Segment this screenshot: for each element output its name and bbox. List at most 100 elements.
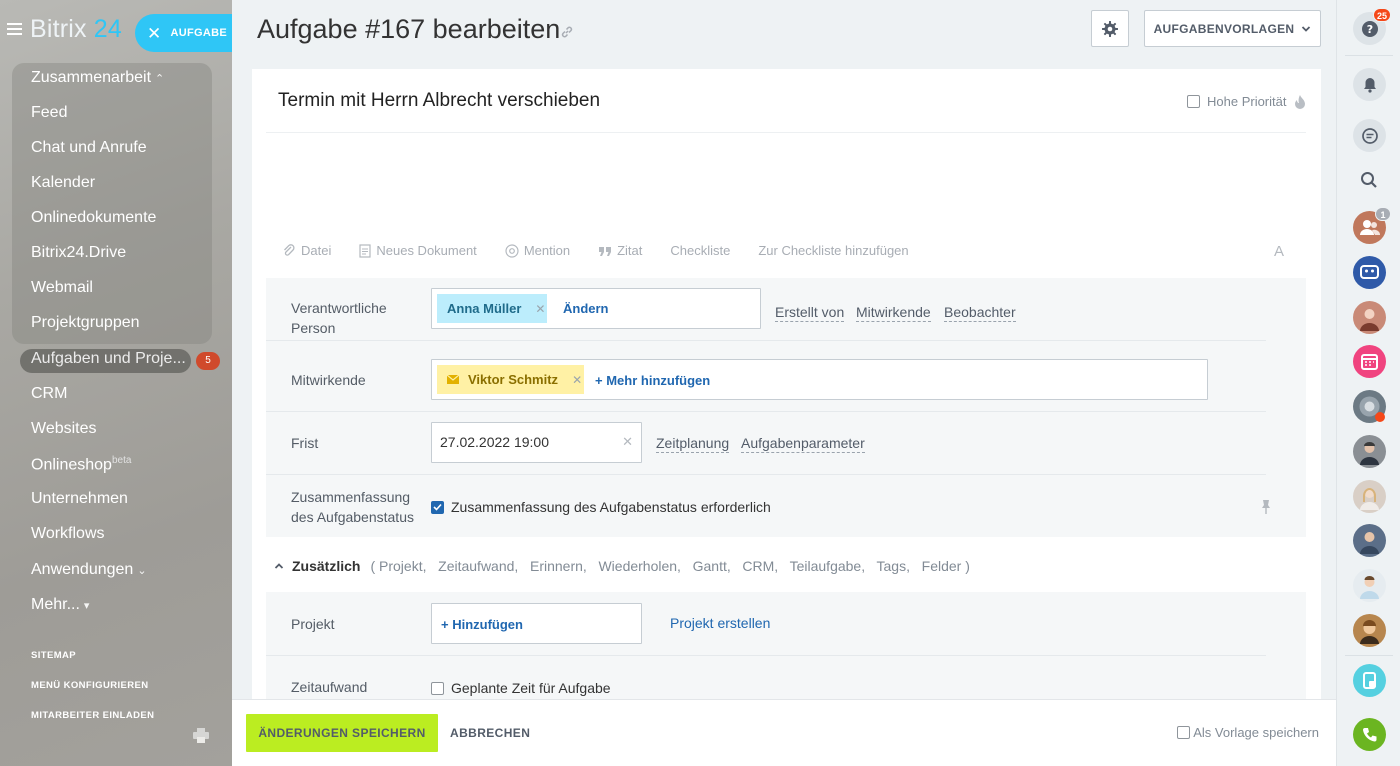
pin-icon[interactable] bbox=[1261, 499, 1271, 515]
participants-role-link[interactable]: Mitwirkende bbox=[856, 303, 931, 322]
quote-button[interactable]: Zitat bbox=[598, 243, 642, 258]
logo-row: Bitrix 24 ✕ AUFGABE bbox=[0, 12, 232, 52]
sidebar-item-tasks[interactable]: Aufgaben und Proje... bbox=[31, 350, 186, 368]
document-icon bbox=[359, 243, 371, 258]
text-format-button[interactable]: A bbox=[1274, 243, 1284, 260]
change-responsible-link[interactable]: Ändern bbox=[563, 301, 609, 316]
participant-chip[interactable]: Viktor Schmitz ✕ bbox=[437, 365, 584, 394]
additional-fields-section bbox=[266, 592, 1306, 699]
description-editor[interactable] bbox=[266, 133, 1306, 233]
user-avatar[interactable] bbox=[1353, 614, 1386, 647]
scheduling-link[interactable]: Zeitplanung bbox=[656, 434, 730, 453]
messenger-button[interactable] bbox=[1353, 119, 1386, 152]
save-changes-button[interactable]: ÄNDERUNGEN SPEICHERN bbox=[246, 714, 438, 752]
call-button[interactable] bbox=[1353, 718, 1386, 751]
clear-icon[interactable]: ✕ bbox=[622, 434, 633, 450]
add-to-checklist-button[interactable]: Zur Checkliste hinzufügen bbox=[758, 243, 908, 258]
status-summary-option[interactable]: Zusammenfassung des Aufgabenstatus erfor… bbox=[431, 499, 771, 515]
sidebar-item-drive[interactable]: Bitrix24.Drive bbox=[31, 244, 126, 262]
menu-icon[interactable] bbox=[7, 23, 22, 35]
invite-employees-link[interactable]: MITARBEITER EINLADEN bbox=[31, 710, 154, 721]
sidebar-item-project-groups[interactable]: Projektgruppen bbox=[31, 314, 140, 332]
sidebar-item-websites[interactable]: Websites bbox=[31, 420, 97, 438]
configure-menu-link[interactable]: MENÜ KONFIGURIEREN bbox=[31, 680, 149, 691]
envelope-icon bbox=[447, 375, 459, 384]
time-tracking-label: Zeitaufwand bbox=[291, 679, 368, 695]
printer-icon[interactable] bbox=[193, 728, 209, 743]
sidebar-item-applications[interactable]: Anwendungen ⌄ bbox=[31, 561, 147, 579]
row-divider bbox=[266, 411, 1266, 412]
attach-file-button[interactable]: Datei bbox=[282, 243, 331, 258]
task-templates-button[interactable]: AUFGABENVORLAGEN bbox=[1144, 10, 1321, 47]
new-task-button[interactable]: ✕ AUFGABE bbox=[135, 14, 232, 52]
chevron-down-icon bbox=[1302, 25, 1311, 32]
sidebar-item-company[interactable]: Unternehmen bbox=[31, 490, 128, 508]
sidebar-item-webmail[interactable]: Webmail bbox=[31, 279, 93, 297]
high-priority-option[interactable]: Hohe Priorität bbox=[1187, 94, 1306, 109]
sidebar-item-workflows[interactable]: Workflows bbox=[31, 525, 105, 543]
user-avatar[interactable] bbox=[1353, 480, 1386, 513]
observers-link[interactable]: Beobachter bbox=[944, 303, 1016, 322]
page-title: Aufgabe #167 bearbeiten bbox=[257, 14, 561, 44]
group-chat-avatar[interactable]: 1 bbox=[1353, 207, 1391, 244]
created-by-link[interactable]: Erstellt von bbox=[775, 303, 845, 322]
add-more-participants-link[interactable]: + Mehr hinzufügen bbox=[595, 373, 710, 388]
apps-button[interactable] bbox=[1353, 664, 1386, 697]
planned-time-checkbox[interactable] bbox=[431, 681, 444, 695]
left-sidebar: Bitrix 24 ✕ AUFGABE Zusammenarbeit ⌃ Feed C… bbox=[0, 0, 232, 766]
checklist-button[interactable]: Checkliste bbox=[670, 243, 730, 258]
chevron-down-icon: ⌄ bbox=[137, 565, 147, 577]
help-button[interactable]: ? 25 bbox=[1353, 8, 1391, 45]
project-field[interactable]: + Hinzufügen bbox=[431, 603, 642, 644]
responsible-chip[interactable]: Anna Müller ✕ bbox=[437, 294, 547, 323]
sidebar-item-more[interactable]: Mehr... ▾ bbox=[31, 596, 89, 614]
deadline-input[interactable]: 27.02.2022 19:00 ✕ bbox=[431, 422, 642, 463]
sidebar-item-online-documents[interactable]: Onlinedokumente bbox=[31, 209, 156, 227]
additional-section-toggle[interactable]: Zusätzlich ( Projekt, Zeitaufwand, Erinn… bbox=[274, 558, 970, 574]
search-button[interactable] bbox=[1353, 164, 1386, 197]
sidebar-item-collaboration[interactable]: Zusammenarbeit ⌃ bbox=[31, 69, 164, 87]
user-photo-icon bbox=[1360, 576, 1379, 599]
sidebar-item-calendar[interactable]: Kalender bbox=[31, 174, 95, 192]
calendar-chat-avatar[interactable] bbox=[1353, 345, 1386, 378]
notifications-button[interactable] bbox=[1353, 68, 1386, 101]
tasks-count-badge: 5 bbox=[196, 352, 220, 370]
beta-label: beta bbox=[111, 455, 132, 466]
link-icon[interactable] bbox=[560, 25, 574, 39]
open-channels-avatar[interactable] bbox=[1353, 256, 1386, 289]
at-sign-icon bbox=[505, 243, 519, 258]
user-avatar[interactable] bbox=[1353, 524, 1386, 557]
user-avatar[interactable] bbox=[1353, 435, 1386, 468]
user-avatar[interactable] bbox=[1353, 301, 1386, 334]
row-divider bbox=[266, 340, 1266, 341]
group-avatar[interactable] bbox=[1353, 390, 1386, 423]
project-label: Projekt bbox=[291, 616, 335, 632]
open-channel-icon bbox=[1360, 265, 1379, 279]
row-divider bbox=[266, 655, 1266, 656]
status-summary-checkbox[interactable] bbox=[431, 500, 444, 514]
remove-icon[interactable]: ✕ bbox=[535, 302, 545, 316]
status-summary-label: Zusammenfassung des Aufgabenstatus bbox=[291, 489, 414, 525]
user-avatar[interactable] bbox=[1353, 569, 1386, 602]
create-project-link[interactable]: Projekt erstellen bbox=[670, 615, 770, 631]
cancel-button[interactable]: ABBRECHEN bbox=[450, 714, 530, 752]
sidebar-item-feed[interactable]: Feed bbox=[31, 104, 67, 122]
task-title-input[interactable]: Termin mit Herrn Albrecht verschieben bbox=[278, 90, 600, 112]
new-document-button[interactable]: Neues Dokument bbox=[359, 243, 477, 258]
user-photo-icon bbox=[1360, 532, 1379, 554]
save-as-template-option[interactable]: Als Vorlage speichern bbox=[1177, 725, 1319, 740]
add-project-link[interactable]: + Hinzufügen bbox=[441, 617, 523, 632]
planned-time-option[interactable]: Geplante Zeit für Aufgabe bbox=[431, 680, 611, 696]
settings-button[interactable] bbox=[1091, 10, 1129, 47]
high-priority-checkbox[interactable] bbox=[1187, 95, 1200, 108]
logo[interactable]: Bitrix 24 bbox=[30, 15, 122, 44]
save-as-template-checkbox[interactable] bbox=[1177, 726, 1191, 739]
mention-button[interactable]: Mention bbox=[505, 243, 570, 258]
sidebar-item-onlineshop[interactable]: Onlineshopbeta bbox=[31, 455, 131, 474]
remove-icon[interactable]: ✕ bbox=[572, 373, 582, 387]
sitemap-link[interactable]: SITEMAP bbox=[31, 650, 76, 661]
sidebar-item-crm[interactable]: CRM bbox=[31, 385, 67, 403]
chevron-up-icon: ⌃ bbox=[155, 73, 165, 85]
task-parameters-link[interactable]: Aufgabenparameter bbox=[741, 434, 865, 453]
sidebar-item-chat[interactable]: Chat und Anrufe bbox=[31, 139, 147, 157]
